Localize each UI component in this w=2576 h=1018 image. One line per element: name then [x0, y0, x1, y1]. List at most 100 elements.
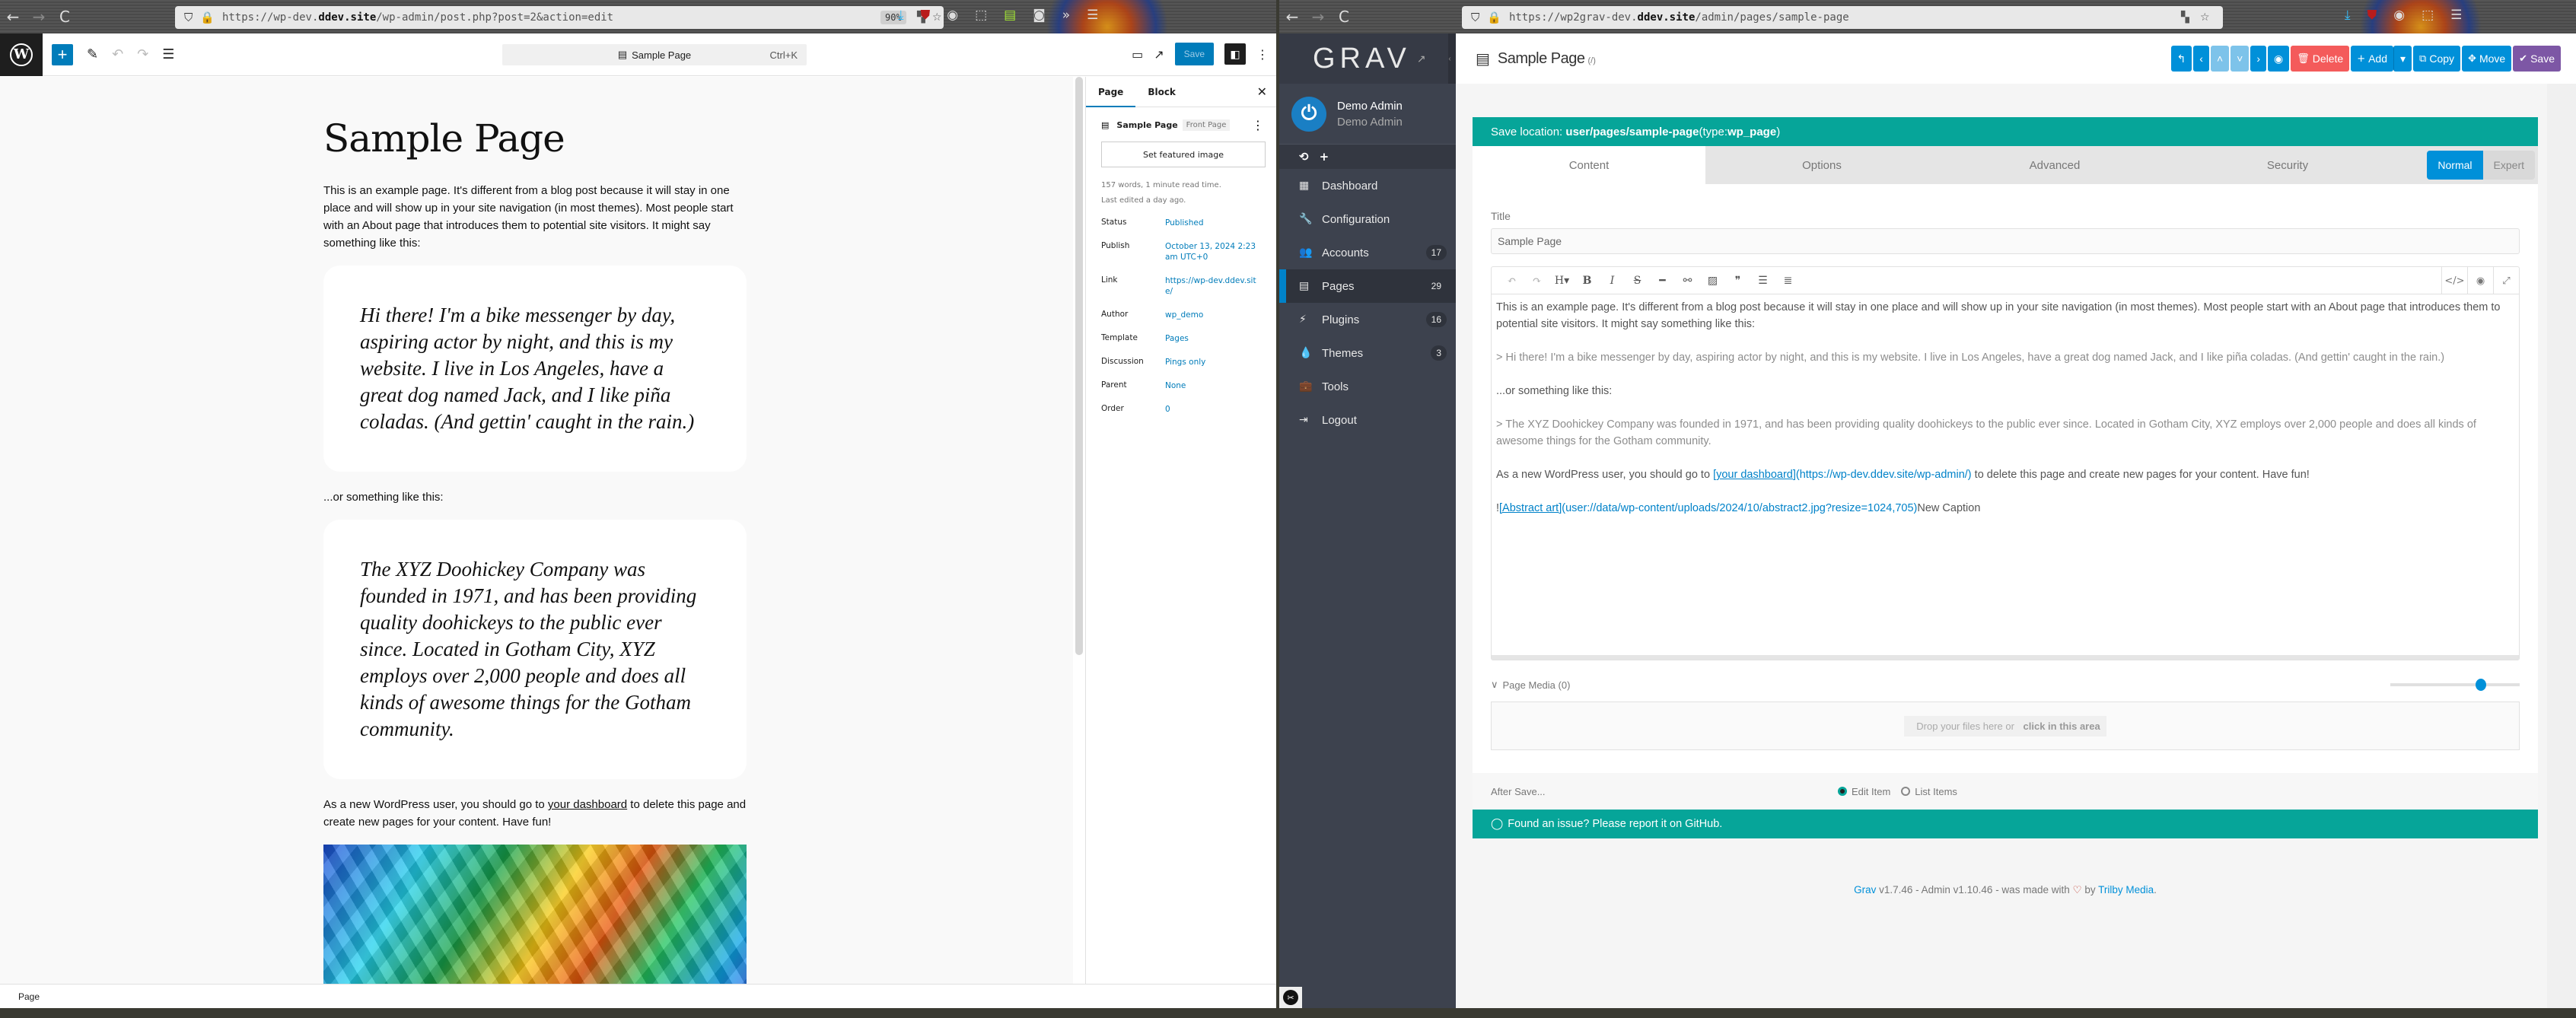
sidebar-item-logout[interactable]: ⇥ Logout	[1279, 403, 1456, 437]
quote-block[interactable]: Hi there! I'm a bike messenger by day, a…	[323, 266, 747, 472]
reload-button[interactable]: C	[52, 8, 78, 26]
ordered-list-icon[interactable]: ≣	[1775, 275, 1801, 287]
forward-button[interactable]: →	[1305, 8, 1331, 26]
template-value[interactable]: Pages	[1165, 333, 1256, 344]
tab-security[interactable]: Security	[2171, 146, 2404, 184]
star-icon[interactable]: ☆	[2200, 11, 2210, 24]
save-button[interactable]: ✔ Save	[2513, 46, 2561, 72]
undo-button[interactable]: ↶	[112, 46, 123, 62]
menu-icon[interactable]: ☰	[1087, 8, 1098, 23]
options-menu-icon[interactable]: ⋮	[1256, 47, 1269, 62]
preview-icon[interactable]: ◉	[2467, 267, 2493, 294]
list-view-button[interactable]: ☰	[162, 46, 174, 62]
title-input[interactable]: Sample Page	[1491, 228, 2520, 254]
sidebar-item-accounts[interactable]: 👥 Accounts 17	[1279, 236, 1456, 269]
tab-page[interactable]: Page	[1086, 77, 1136, 107]
copy-button[interactable]: ⧉ Copy	[2413, 46, 2461, 72]
user-profile[interactable]: ⏻ Demo Admin Demo Admin	[1279, 84, 1456, 145]
delete-button[interactable]: 🗑 Delete	[2291, 46, 2350, 72]
redo-button[interactable]: ↷	[137, 46, 148, 62]
more-actions-icon[interactable]: ⋮	[1252, 118, 1264, 132]
quote-icon[interactable]: ❞	[1725, 275, 1750, 287]
canvas-scrollbar[interactable]	[1075, 77, 1083, 655]
back-button[interactable]: ←	[1279, 8, 1305, 26]
unordered-list-icon[interactable]: ☰	[1750, 275, 1775, 287]
overflow-icon[interactable]: »	[1062, 8, 1070, 23]
author-value[interactable]: wp_demo	[1165, 310, 1256, 320]
radio-selected[interactable]	[1838, 787, 1847, 796]
order-value[interactable]: 0	[1165, 404, 1256, 415]
post-title[interactable]: Sample Page	[323, 116, 747, 161]
password-manager-icon[interactable]: ◉	[947, 8, 958, 23]
extension-list-icon[interactable]: ▤	[1004, 8, 1016, 23]
sidebar-item-tools[interactable]: 💼 Tools	[1279, 370, 1456, 403]
undo-icon[interactable]: ↶	[1499, 275, 1524, 287]
parent-value[interactable]: None	[1165, 380, 1256, 391]
strikethrough-icon[interactable]: S	[1625, 275, 1650, 287]
reload-button[interactable]: C	[1331, 8, 1357, 26]
paragraph-block[interactable]: ...or something like this:	[323, 488, 747, 506]
link-value[interactable]: https://wp-dev.ddev.site/	[1165, 275, 1256, 297]
wordpress-logo[interactable]: W	[0, 33, 43, 76]
move-down-button[interactable]: ˅	[2231, 46, 2250, 72]
external-link-icon[interactable]: ↗	[1417, 52, 1426, 65]
report-issue-bar[interactable]: ◯ Found an issue? Please report it on Gi…	[1473, 810, 2538, 838]
radio-list-items[interactable]: List Items	[1901, 786, 1957, 797]
code-view-icon[interactable]: </>	[2441, 267, 2467, 294]
clear-cache-icon[interactable]: ⟲	[1299, 150, 1309, 164]
forward-button[interactable]: →	[26, 8, 52, 26]
collapse-sidebar-button[interactable]: ‹	[1448, 33, 1456, 84]
slider-handle[interactable]	[2476, 679, 2487, 691]
heading-icon[interactable]: H▾	[1549, 275, 1575, 287]
radio-unselected[interactable]	[1901, 787, 1911, 796]
add-button[interactable]: + Add	[2351, 46, 2394, 72]
ublock-icon[interactable]: ⛊	[921, 8, 931, 23]
dashboard-link[interactable]: your dashboard	[548, 798, 627, 811]
set-featured-image-button[interactable]: Set featured image	[1101, 142, 1266, 167]
command-palette-button[interactable]: ▤ Sample Page Ctrl+K	[502, 44, 807, 65]
sidebar-item-plugins[interactable]: ⚡ Plugins 16	[1279, 303, 1456, 336]
sidebar-item-dashboard[interactable]: ▦ Dashboard	[1279, 169, 1456, 202]
markdown-textarea[interactable]: This is an example page. It's different …	[1492, 294, 2519, 660]
paragraph-block[interactable]: As a new WordPress user, you should go t…	[323, 796, 747, 831]
page-media-header[interactable]: ∨ Page Media (0)	[1491, 679, 2520, 691]
next-page-button[interactable]: ›	[2250, 46, 2266, 72]
menu-icon[interactable]: ☰	[2450, 8, 2462, 23]
grav-logo[interactable]: GRAV ↗ ‹	[1279, 33, 1456, 84]
block-inserter-button[interactable]: +	[52, 43, 73, 65]
bold-icon[interactable]: B	[1575, 275, 1600, 287]
horizontal-rule-icon[interactable]: ━	[1650, 275, 1675, 287]
quote-block[interactable]: The XYZ Doohickey Company was founded in…	[323, 520, 747, 779]
tab-block[interactable]: Block	[1135, 77, 1188, 107]
link-icon[interactable]: ⚯	[1675, 275, 1700, 287]
radio-edit-item[interactable]: Edit Item	[1838, 786, 1890, 797]
expert-mode-button[interactable]: Expert	[2482, 151, 2535, 180]
publish-date-value[interactable]: October 13, 2024 2:23 am UTC+0	[1165, 241, 1256, 262]
previous-page-button[interactable]: ‹	[2193, 46, 2209, 72]
sidebar-item-themes[interactable]: 💧 Themes 3	[1279, 336, 1456, 370]
back-to-pages-button[interactable]: ↰	[2170, 46, 2192, 72]
editor-canvas[interactable]: Sample Page This is an example page. It'…	[0, 77, 1073, 984]
password-manager-icon[interactable]: ◉	[2393, 8, 2405, 23]
reader-view-icon[interactable]: ▚	[2181, 11, 2189, 24]
extensions-icon[interactable]: ⬚	[2422, 8, 2434, 23]
normal-mode-button[interactable]: Normal	[2427, 151, 2483, 180]
discussion-value[interactable]: Pings only	[1165, 357, 1256, 367]
page-scrollbar[interactable]	[2547, 84, 2576, 1008]
tab-content[interactable]: Content	[1473, 146, 1705, 184]
download-icon[interactable]: ⤓	[898, 8, 904, 23]
status-value[interactable]: Published	[1165, 218, 1256, 228]
add-dropdown-button[interactable]: ▾	[2393, 46, 2412, 72]
device-preview-icon[interactable]: ▭	[1132, 47, 1143, 62]
move-up-button[interactable]: ˄	[2210, 46, 2230, 72]
media-dropzone[interactable]: Drop your files here or click in this ar…	[1491, 701, 2520, 750]
move-button[interactable]: ✥ Move	[2462, 46, 2512, 72]
image-icon[interactable]: ▨	[1700, 275, 1725, 287]
italic-icon[interactable]: I	[1600, 275, 1625, 287]
sidebar-item-configuration[interactable]: 🔧 Configuration	[1279, 202, 1456, 236]
close-icon[interactable]: ✕	[1257, 84, 1267, 99]
url-bar[interactable]: ⛉ 🔒 https://wp-dev. ddev.site/wp-admin/po…	[175, 6, 944, 29]
paragraph-block[interactable]: This is an example page. It's different …	[323, 182, 747, 252]
extensions-icon[interactable]: ⬚	[975, 8, 987, 23]
url-bar[interactable]: ⛉ 🔒 https://wp2grav-dev. ddev.site/admin/…	[1462, 6, 2223, 29]
